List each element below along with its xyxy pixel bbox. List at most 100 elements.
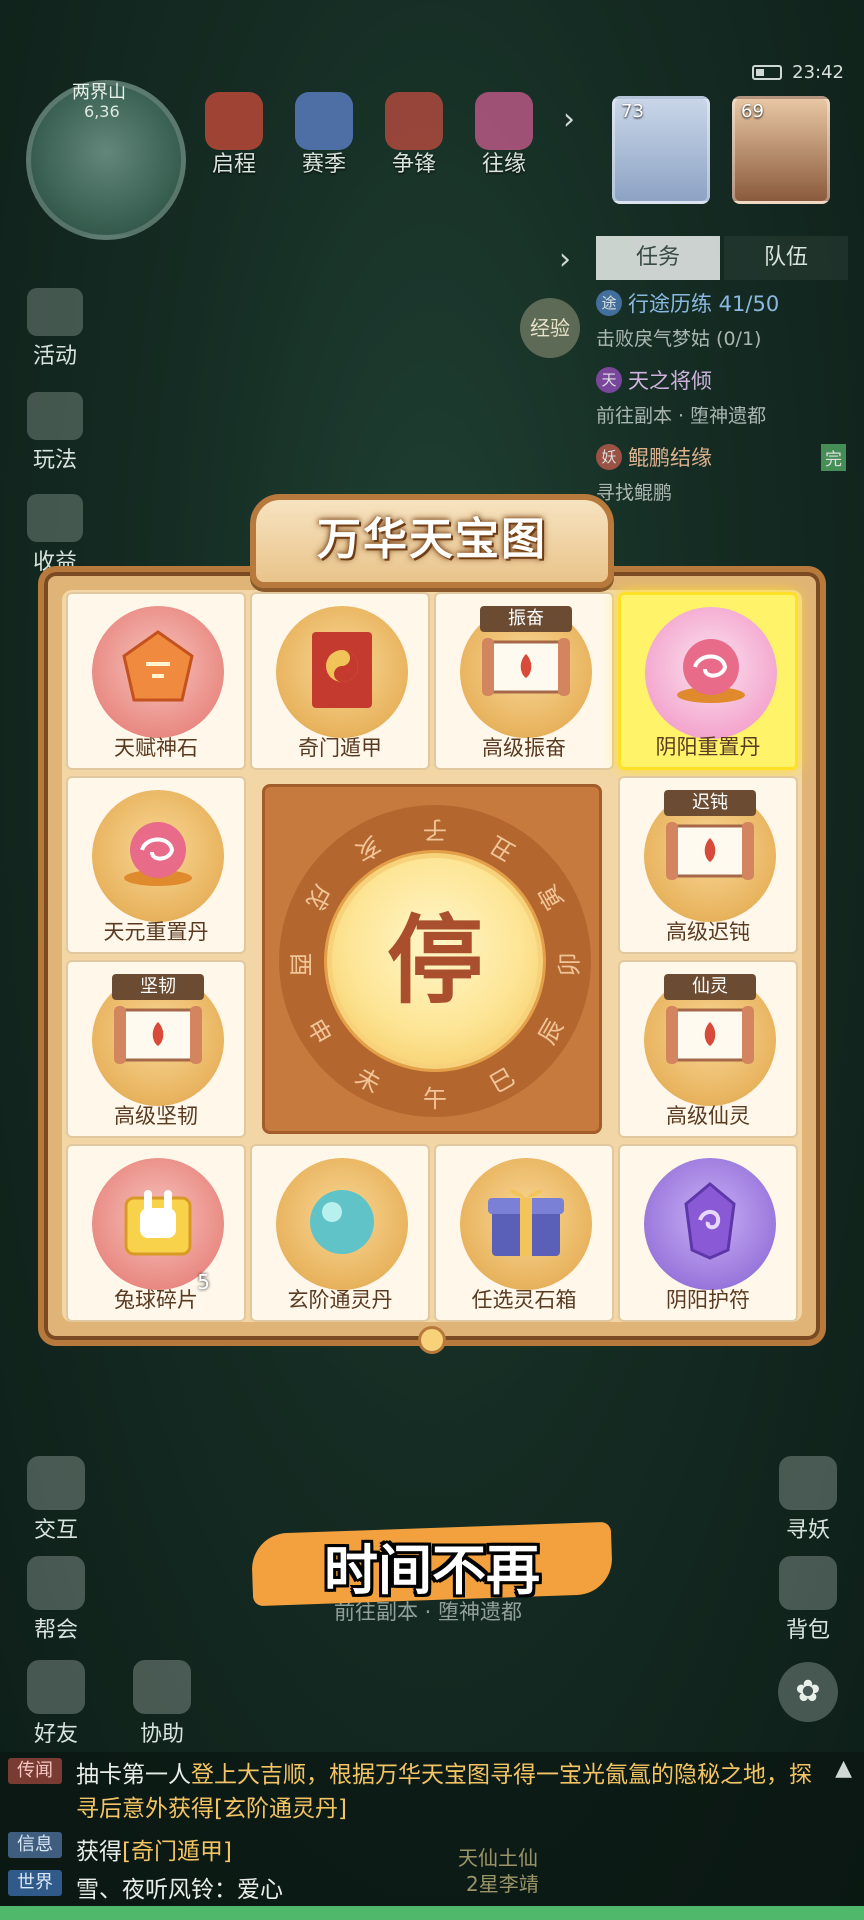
zodiac-char: 卯 [555, 952, 584, 977]
top-icon-wangyuan[interactable]: 往缘 [462, 92, 546, 178]
side-bag[interactable]: 背包 [768, 1556, 848, 1644]
scroll-icon [205, 92, 263, 150]
lottery-wheel: 子丑寅卯辰巳午未申酉戌亥 停 [262, 784, 602, 1134]
world-sub: 2星李靖 [466, 1872, 539, 1896]
tab-team[interactable]: 队伍 [724, 236, 848, 280]
board-item[interactable]: 天元重置丹 [66, 776, 246, 954]
item-name: 任选灵石箱 [471, 1288, 577, 1312]
map-coordinates: 6,36 [84, 102, 120, 121]
flower-menu-icon[interactable]: ✿ [778, 1662, 838, 1722]
board-item[interactable]: 振奋 高级振奋 [434, 592, 614, 770]
chevron-right-icon[interactable]: › [554, 100, 584, 140]
pearl-icon [124, 822, 192, 886]
zodiac-char: 子 [423, 816, 447, 844]
board-item[interactable]: 5 兔球碎片 [66, 1144, 246, 1322]
quest-panel: 途行途历练 41/50 击败戾气梦姑 (0/1) 天天之将倾 前往副本 · 堕神… [596, 288, 846, 519]
item-name: 高级振奋 [482, 736, 566, 760]
chat-line: 信息 获得[奇门遁甲] [8, 1832, 232, 1866]
top-icon-qicheng[interactable]: 启程 [192, 92, 276, 178]
map-name: 两界山 [72, 82, 126, 103]
item-name: 玄阶通灵丹 [287, 1288, 393, 1312]
item-tag: 坚韧 [112, 974, 204, 1000]
stop-button[interactable]: 停 [327, 853, 543, 1069]
item-tag: 迟钝 [664, 790, 756, 816]
board-item[interactable]: 阴阳护符 [618, 1144, 798, 1322]
zodiac-char: 午 [423, 1085, 447, 1113]
interact-icon [27, 1456, 85, 1510]
guild-icon [27, 1556, 85, 1610]
item-name: 天元重置丹 [103, 920, 209, 944]
exp-button[interactable]: 经验 [520, 298, 580, 358]
tab-task[interactable]: 任务 [596, 236, 720, 280]
bottom-strip [0, 1906, 864, 1920]
board-item[interactable]: 玄阶通灵丹 [250, 1144, 430, 1322]
friends-icon [27, 1660, 85, 1714]
quest-row[interactable]: 途行途历练 41/50 击败戾气梦姑 (0/1) [596, 288, 846, 351]
chat-expand-icon[interactable]: ▲ [835, 1756, 852, 1781]
item-name: 奇门遁甲 [298, 736, 382, 760]
board-title: 万华天宝图 [317, 514, 547, 565]
quest-row[interactable]: 妖鲲鹏结缘完 寻找鲲鹏 [596, 442, 846, 505]
gift-box-icon [488, 1189, 564, 1256]
scroll-icon [666, 822, 754, 880]
chat-line: 世界 雪、夜听风铃：爱心 [8, 1870, 283, 1904]
board-knob [418, 1326, 446, 1354]
demon-icon [779, 1456, 837, 1510]
party-avatar-1[interactable]: 73 [612, 96, 710, 204]
side-interact[interactable]: 交互 [16, 1456, 96, 1544]
side-guild[interactable]: 帮会 [16, 1556, 96, 1644]
book-icon [27, 392, 83, 440]
item-name: 高级坚韧 [114, 1104, 198, 1128]
gift-icon [27, 288, 83, 336]
board-item[interactable]: 天赋神石 [66, 592, 246, 770]
chat-panel[interactable]: 传闻 抽卡第一人登上大吉顺，根据万华天宝图寻得一宝光氤氲的隐秘之地，探寻后意外获… [0, 1752, 864, 1920]
battery-icon [752, 65, 783, 80]
scroll-icon [114, 1006, 202, 1064]
status-bar: 23:42 [752, 62, 844, 83]
clock: 23:42 [792, 62, 844, 83]
pearl-icon [677, 639, 745, 703]
talent-stone-icon [122, 630, 194, 702]
handshake-icon [133, 1660, 191, 1714]
top-icon-saiji[interactable]: 赛季 [282, 92, 366, 178]
collapse-panel-icon[interactable]: › [550, 240, 580, 280]
bag-icon [779, 1556, 837, 1610]
side-seek-demon[interactable]: 寻妖 [768, 1456, 848, 1544]
board-item[interactable]: 奇门遁甲 [250, 592, 430, 770]
caption-text: 时间不再 [324, 1539, 540, 1602]
side-earnings[interactable]: 收益 [18, 494, 92, 576]
board-item[interactable]: 坚韧 高级坚韧 [66, 960, 246, 1138]
money-bag-icon [27, 494, 83, 542]
fate-icon [475, 92, 533, 150]
scroll-icon [666, 1006, 754, 1064]
party-avatar-2[interactable]: 69 [732, 96, 830, 204]
scroll-icon [482, 638, 570, 696]
book-icon [312, 632, 372, 708]
item-tag: 仙灵 [664, 974, 756, 1000]
chat-line: 传闻 抽卡第一人登上大吉顺，根据万华天宝图寻得一宝光氤氲的隐秘之地，探寻后意外获… [8, 1758, 828, 1826]
side-gameplay[interactable]: 玩法 [18, 392, 92, 474]
amulet-icon [684, 1182, 736, 1260]
board-item[interactable]: 迟钝 高级迟钝 [618, 776, 798, 954]
item-tag: 振奋 [480, 606, 572, 632]
board-item[interactable]: 仙灵 高级仙灵 [618, 960, 798, 1138]
side-friends[interactable]: 好友 [16, 1660, 96, 1748]
rabbit-puzzle-icon [124, 1190, 192, 1256]
zodiac-char: 巳 [484, 1062, 520, 1100]
zodiac-char: 酉 [286, 952, 315, 977]
item-name: 高级迟钝 [666, 920, 750, 944]
item-name: 阴阳重置丹 [655, 735, 761, 759]
item-name: 阴阳护符 [666, 1288, 750, 1312]
side-activity[interactable]: 活动 [18, 288, 92, 370]
item-name: 天赋神石 [114, 736, 198, 760]
top-icon-zhengfeng[interactable]: 争锋 [372, 92, 456, 178]
board-item[interactable]: 任选灵石箱 [434, 1144, 614, 1322]
season-icon [295, 92, 353, 150]
side-assist[interactable]: 协助 [122, 1660, 202, 1748]
item-name: 高级仙灵 [666, 1104, 750, 1128]
item-name: 兔球碎片 [114, 1288, 198, 1312]
jade-orb-icon [310, 1190, 374, 1254]
quest-row[interactable]: 天天之将倾 前往副本 · 堕神遗都 [596, 365, 846, 428]
board-title-banner: 万华天宝图 [250, 494, 614, 588]
board-item[interactable]: 阴阳重置丹 [618, 592, 798, 770]
